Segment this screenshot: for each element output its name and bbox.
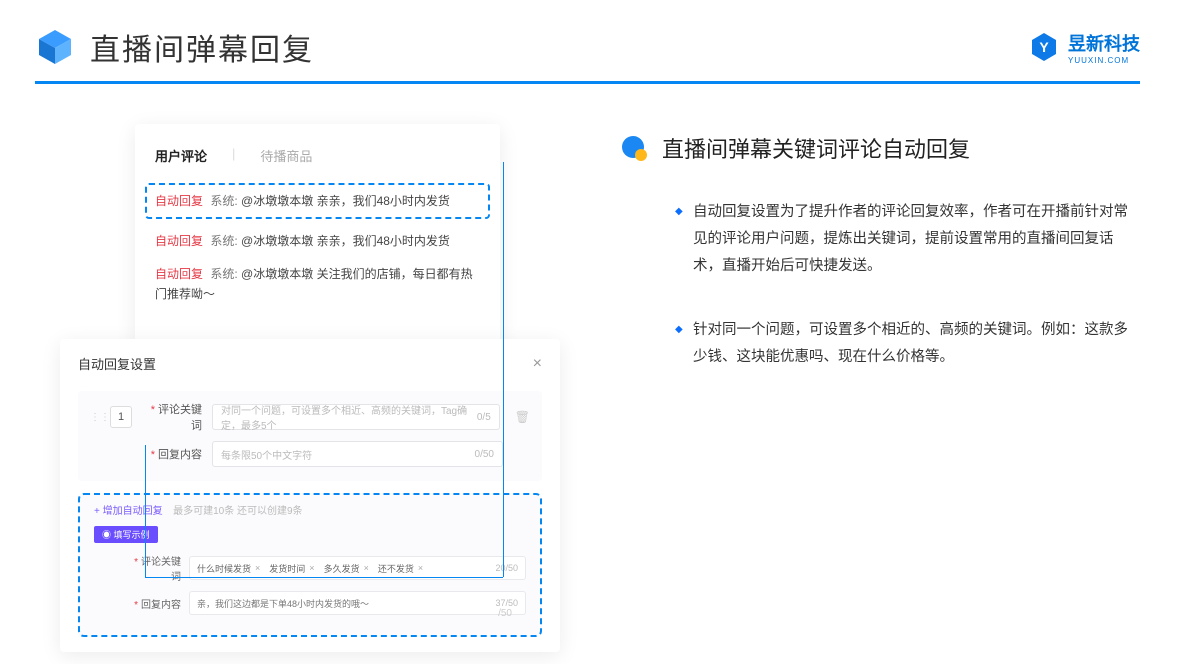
example-box: + 增加自动回复 最多可建10条 还可以创建9条 ◉ 填写示例 *评论关键词 什… [78, 493, 542, 637]
tab-user-comments[interactable]: 用户评论 [155, 146, 207, 165]
tag-remove-icon[interactable]: × [255, 563, 260, 573]
page-title: 直播间弹幕回复 [90, 25, 314, 69]
header-left: 直播间弹幕回复 [35, 25, 314, 69]
ex-keyword-label: *评论关键词 [126, 553, 181, 583]
keyword-counter: 0/5 [477, 412, 491, 423]
brand-text-wrap: 昱新科技 YUUXIN.COM [1068, 30, 1140, 65]
rule-number: 1 [110, 406, 132, 428]
feature-title: 直播间弹幕关键词评论自动回复 [662, 132, 970, 164]
tab-divider: | [232, 146, 235, 165]
keyword-placeholder: 对同一个问题，可设置多个相近、高频的关键词，Tag确定，最多5个 [221, 402, 477, 432]
content-placeholder: 每条限50个中文字符 [221, 447, 312, 462]
tag-remove-icon[interactable]: × [309, 563, 314, 573]
connector-line [503, 162, 504, 577]
bullet-list: 自动回复设置为了提升作者的评论回复效率，作者可在开播前针对常见的评论用户问题，提… [620, 199, 1140, 371]
ex-tag: 多久发货 [324, 562, 360, 575]
auto-reply-tag: 自动回复 [155, 234, 203, 248]
keyword-label: *评论关键词 [142, 401, 202, 433]
content-input[interactable]: 每条限50个中文字符 0/50 [212, 441, 503, 467]
comment-row: 自动回复 系统: @冰墩墩本墩 亲亲，我们48小时内发货 [155, 231, 480, 251]
system-label: 系统: [210, 194, 237, 208]
drag-handle-icon[interactable]: ⋮⋮ [90, 412, 100, 423]
add-hint: 最多可建10条 还可以创建9条 [173, 506, 302, 517]
keyword-input[interactable]: 对同一个问题，可设置多个相近、高频的关键词，Tag确定，最多5个 0/5 [212, 404, 500, 430]
connector-line [145, 445, 146, 578]
form-row-content: *回复内容 每条限50个中文字符 0/50 [90, 441, 530, 467]
system-label: 系统: [210, 267, 237, 281]
comment-row: 自动回复 系统: @冰墩墩本墩 关注我们的店铺，每日都有热门推荐呦～ [155, 264, 480, 305]
right-column: 直播间弹幕关键词评论自动回复 自动回复设置为了提升作者的评论回复效率，作者可在开… [620, 124, 1140, 409]
example-keyword-row: *评论关键词 什么时候发货 × 发货时间 × 多久发货 × 还不发货 × 20/50 [94, 553, 526, 583]
example-badge: ◉ 填写示例 [94, 526, 158, 543]
brand-name: 昱新科技 [1068, 30, 1140, 56]
form-row-keyword: ⋮⋮ 1 *评论关键词 对同一个问题，可设置多个相近、高频的关键词，Tag确定，… [90, 401, 530, 433]
ex-tag: 还不发货 [378, 562, 414, 575]
ex-content-input[interactable]: 亲，我们这边都是下单48小时内发货的哦～ 37/50 [189, 591, 526, 615]
settings-title: 自动回复设置 [78, 354, 156, 373]
feature-header: 直播间弹幕关键词评论自动回复 [620, 132, 1140, 164]
brand-icon: Y [1028, 31, 1060, 63]
tag-remove-icon[interactable]: × [364, 563, 369, 573]
left-column: 用户评论 | 待播商品 自动回复 系统: @冰墩墩本墩 亲亲，我们48小时内发货… [65, 124, 560, 409]
bullet-item: 自动回复设置为了提升作者的评论回复效率，作者可在开播前针对常见的评论用户问题，提… [675, 199, 1140, 279]
tag-remove-icon[interactable]: × [418, 563, 423, 573]
auto-reply-tag: 自动回复 [155, 194, 203, 208]
trash-icon[interactable]: 🗑 [515, 410, 530, 424]
system-label: 系统: [210, 234, 237, 248]
auto-reply-tag: 自动回复 [155, 267, 203, 281]
main-content: 用户评论 | 待播商品 自动回复 系统: @冰墩墩本墩 亲亲，我们48小时内发货… [0, 84, 1180, 409]
ex-content-text: 亲，我们这边都是下单48小时内发货的哦～ [197, 597, 369, 610]
add-auto-reply-link[interactable]: + 增加自动回复 [94, 506, 163, 517]
settings-header: 自动回复设置 × [78, 354, 542, 373]
comment-text: @冰墩墩本墩 亲亲，我们48小时内发货 [241, 194, 450, 208]
comment-row: 自动回复 系统: @冰墩墩本墩 亲亲，我们48小时内发货 [155, 191, 480, 211]
settings-body: ⋮⋮ 1 *评论关键词 对同一个问题，可设置多个相近、高频的关键词，Tag确定，… [78, 391, 542, 481]
content-counter: 0/50 [475, 449, 494, 460]
ghost-counter: /50 [498, 608, 512, 619]
example-content-row: *回复内容 亲，我们这边都是下单48小时内发货的哦～ 37/50 [94, 591, 526, 615]
tab-pending-goods[interactable]: 待播商品 [260, 146, 312, 165]
highlighted-comment: 自动回复 系统: @冰墩墩本墩 亲亲，我们48小时内发货 [145, 183, 490, 219]
comment-card: 用户评论 | 待播商品 自动回复 系统: @冰墩墩本墩 亲亲，我们48小时内发货… [135, 124, 500, 347]
connector-line [145, 577, 503, 578]
ex-tag: 什么时候发货 [197, 562, 251, 575]
cube-icon [35, 27, 75, 67]
comment-text: @冰墩墩本墩 亲亲，我们48小时内发货 [241, 234, 450, 248]
feature-icon [620, 134, 648, 162]
close-icon[interactable]: × [533, 355, 542, 373]
svg-text:Y: Y [1039, 39, 1049, 55]
content-label: *回复内容 [142, 446, 202, 462]
ex-tag: 发货时间 [269, 562, 305, 575]
brand-url: YUUXIN.COM [1068, 56, 1140, 65]
ex-ct-counter: 37/50 [495, 598, 518, 608]
bullet-item: 针对同一个问题，可设置多个相近的、高频的关键词。例如：这款多少钱、这块能优惠吗、… [675, 317, 1140, 371]
ex-content-label: *回复内容 [126, 596, 181, 611]
brand-logo: Y 昱新科技 YUUXIN.COM [1028, 30, 1140, 65]
ex-kw-counter: 20/50 [495, 563, 518, 573]
settings-card: 自动回复设置 × ⋮⋮ 1 *评论关键词 对同一个问题，可设置多个相近、高频的关… [60, 339, 560, 652]
page-header: 直播间弹幕回复 Y 昱新科技 YUUXIN.COM [0, 0, 1180, 69]
comment-tabs: 用户评论 | 待播商品 [155, 146, 480, 165]
